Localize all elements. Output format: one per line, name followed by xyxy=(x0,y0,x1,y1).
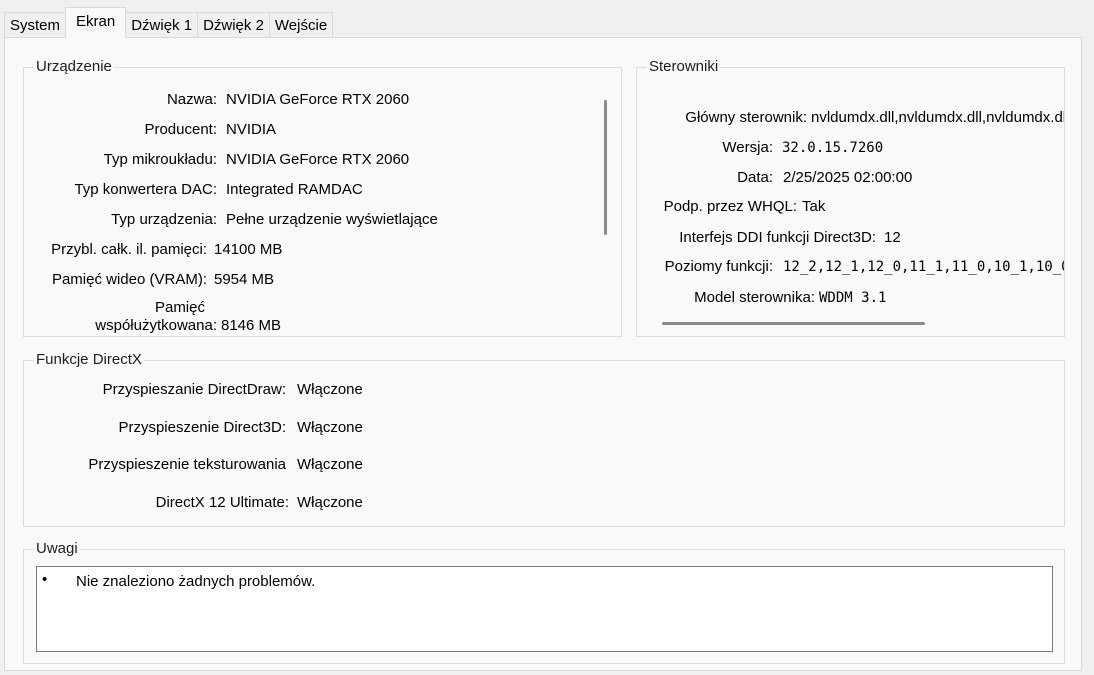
driver-label-ddi: Interfejs DDI funkcji Direct3D: xyxy=(679,229,876,246)
device-value-name[interactable]: NVIDIA GeForce RTX 2060 xyxy=(226,90,409,110)
driver-value-feature-levels[interactable]: 12_2,12_1,12_0,11_1,11_0,10_1,10_0 xyxy=(783,257,1064,277)
directx-value-dx12u[interactable]: Włączone xyxy=(297,493,363,513)
driver-value-date[interactable]: 2/25/2025 02:00:00 xyxy=(783,168,912,188)
directx-value-direct3d[interactable]: Włączone xyxy=(297,418,363,438)
tab-strip: System Ekran Dźwięk 1 Dźwięk 2 Wejście xyxy=(4,7,334,38)
device-label-vram: Pamięć wideo (VRAM): xyxy=(51,271,207,288)
device-value-chip-type[interactable]: NVIDIA GeForce RTX 2060 xyxy=(226,150,409,170)
driver-label-whql: Podp. przez WHQL: xyxy=(663,198,797,215)
device-value-manufacturer[interactable]: NVIDIA xyxy=(226,120,276,140)
driver-value-version[interactable]: 32.0.15.7260 xyxy=(782,138,883,158)
device-label-shared-line2: współużytkowana: xyxy=(95,317,217,334)
device-label-dac-type: Typ konwertera DAC: xyxy=(74,181,217,198)
note-text: Nie znaleziono żadnych problemów. xyxy=(76,573,316,590)
device-value-device-type[interactable]: Pełne urządzenie wyświetlające xyxy=(226,210,438,230)
directx-group-title: Funkcje DirectX xyxy=(34,350,144,370)
notes-group-title: Uwagi xyxy=(34,539,80,559)
tab-system[interactable]: System xyxy=(4,12,67,38)
directx-label-texture: Przyspieszenie teksturowania xyxy=(88,456,286,473)
device-label-name: Nazwa: xyxy=(166,91,217,108)
device-label-manufacturer: Producent: xyxy=(144,121,217,138)
directx-label-directdraw: Przyspieszanie DirectDraw: xyxy=(102,381,286,398)
driver-value-main[interactable]: nvldumdx.dll,nvldumdx.dll,nvldumdx.dll,n… xyxy=(811,108,1064,128)
notes-textbox[interactable]: • Nie znaleziono żadnych problemów. xyxy=(36,566,1053,652)
device-value-total-memory[interactable]: 14100 MB xyxy=(214,240,282,260)
device-group-title: Urządzenie xyxy=(34,57,114,77)
driver-value-model[interactable]: WDDM 3.1 xyxy=(819,288,886,308)
driver-label-date: Data: xyxy=(737,169,773,186)
drivers-viewport: Główny sterownik: nvldumdx.dll,nvldumdx.… xyxy=(637,75,1064,335)
tab-sound-1[interactable]: Dźwięk 1 xyxy=(125,12,199,38)
device-value-vram[interactable]: 5954 MB xyxy=(214,270,274,290)
directx-label-dx12u: DirectX 12 Ultimate: xyxy=(155,494,289,511)
device-scrollbar[interactable] xyxy=(604,100,607,235)
directx-value-texture[interactable]: Włączone xyxy=(297,455,363,475)
directx-label-direct3d: Przyspieszenie Direct3D: xyxy=(118,419,286,436)
driver-value-ddi[interactable]: 12 xyxy=(884,228,901,248)
note-bullet: • xyxy=(42,571,48,588)
driver-label-feature-levels: Poziomy funkcji: xyxy=(664,258,773,275)
device-label-total-memory: Przybl. całk. il. pamięci: xyxy=(51,241,207,258)
drivers-scrollbar[interactable] xyxy=(662,322,925,325)
device-label-shared-line1: Pamięć xyxy=(154,299,205,316)
dxdiag-window: System Ekran Dźwięk 1 Dźwięk 2 Wejście U… xyxy=(0,0,1094,675)
device-label-device-type: Typ urządzenia: xyxy=(111,211,217,228)
directx-value-directdraw[interactable]: Włączone xyxy=(297,380,363,400)
driver-label-main: Główny sterownik: xyxy=(685,109,807,126)
tab-display[interactable]: Ekran xyxy=(65,7,127,38)
driver-label-version: Wersja: xyxy=(722,139,773,156)
drivers-group-title: Sterowniki xyxy=(647,57,721,77)
driver-value-whql[interactable]: Tak xyxy=(802,197,825,217)
tab-sound-2[interactable]: Dźwięk 2 xyxy=(197,12,270,38)
device-value-dac-type[interactable]: Integrated RAMDAC xyxy=(226,180,363,200)
device-value-shared-memory[interactable]: 8146 MB xyxy=(221,316,281,336)
driver-label-model: Model sterownika: xyxy=(694,289,815,306)
tab-input[interactable]: Wejście xyxy=(268,12,334,38)
device-label-chip-type: Typ mikroukładu: xyxy=(103,151,217,168)
